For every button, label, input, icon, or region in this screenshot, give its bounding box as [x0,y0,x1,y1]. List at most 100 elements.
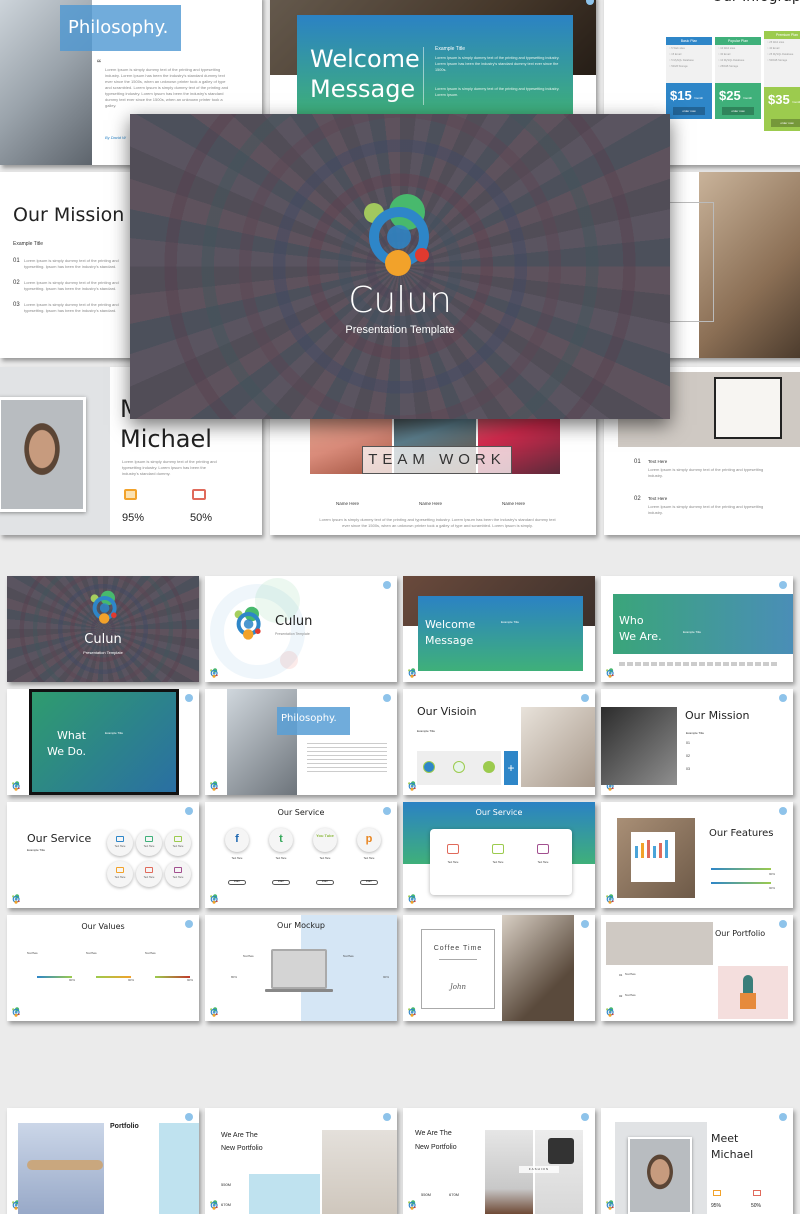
slide-thumbnail[interactable]: Our Service Example Title Text Here Text He… [7,802,199,908]
thumb-title: Our Service [277,808,325,817]
slide-thumbnail[interactable]: Our Mockup Text Here 80% Text Here 90% [205,915,397,1021]
slide-thumbnail[interactable]: Our Service f Text Here START t Text Here STAR… [205,802,397,908]
slide-thumbnail[interactable]: What We Do. Example Title [7,689,199,795]
thumb-title-1: We Are The [221,1132,258,1139]
page-badge [581,920,589,928]
thumb-title: Our Service [27,832,92,845]
slide-thumbnail[interactable]: Culun Presentation Template [205,576,397,682]
service-label: Text Here [447,861,459,864]
social-circle[interactable] [313,828,337,852]
thumb-example-title: Example Title [27,848,46,852]
thumb-title-2: Message [425,634,474,647]
social-icon: p [365,833,373,845]
slide-thumbnail[interactable]: Our Service Text Here Text Here Text Here [403,802,595,908]
welcome-p1: Lorem Ipsum is simply dummy text of the … [435,56,560,73]
portfolio-num-1: 01 [634,459,641,465]
value-pct: 90% [69,978,76,982]
quote-mark: “ [97,57,101,71]
monitor-icon [713,1190,721,1196]
mission-text: Lorem Ipsum is simply dummy text of the … [24,258,119,269]
mission-title: Our Mission [13,204,125,226]
thumb-subtitle: Presentation Template [275,632,310,636]
laptop-base [265,989,333,992]
plan-period: /month [792,100,800,104]
slide-thumbnail[interactable]: Culun Presentation Template [7,576,199,682]
slide-thumbnail[interactable]: Who We Are. Example Title [601,576,793,682]
service-label: Text Here [492,861,504,864]
thumb-title-1: Meet [711,1132,739,1145]
value-bar [37,976,72,978]
portfolio-text-1: Lorem Ipsum is simply dummy text of the … [648,467,764,478]
mission-num: 02 [13,280,20,286]
service-icon [145,867,153,873]
title-underline [439,959,477,960]
culun-logo-icon [408,781,416,791]
mockup-pct-left: 80% [231,975,238,979]
thumb-title: Our Values [81,922,125,931]
philosophy-body: Lorem Ipsum is simply dummy text of the … [105,67,229,108]
slide-thumbnail[interactable]: Philosophy. [205,689,397,795]
plan-name: Popular Plan [715,37,761,45]
hero-content: Culun Presentation Template [130,114,670,419]
start-button[interactable]: START [360,880,378,885]
service-label: Text Here [114,876,126,879]
service-circle[interactable] [165,861,191,887]
slide-thumbnail[interactable]: Welcome Message Example Title [403,576,595,682]
page-badge [779,920,787,928]
slide-thumbnail[interactable]: We Are The New Portfolio FASHION 550M 670M [403,1108,595,1214]
wooden-object [27,1160,103,1170]
plan-feature: ○ 250GB Storage [718,64,739,68]
slide-thumbnail[interactable]: Coffee Time John [403,915,595,1021]
thumb-example-title: Example Title [686,731,705,735]
slide-thumbnail[interactable]: Our Mission Example Title 01 02 03 [601,689,793,795]
cactus [743,975,753,995]
culun-logo-icon [606,1200,614,1210]
framed-art-photo [606,922,713,965]
slide-thumbnail[interactable]: Our Portfolio 01 Text Here 02 Text Here [601,915,793,1021]
start-button[interactable]: START [228,880,246,885]
thumb-title-2: Michael [711,1148,754,1161]
social-icon: f [235,833,239,845]
mission-num: 03 [13,302,20,308]
thumb-title-1: What [57,729,86,742]
hero-subtitle: Presentation Template [345,324,455,336]
culun-logo-icon [12,1007,20,1017]
order-now-button[interactable]: order now [722,107,754,115]
thumb-title: Culun [275,614,313,629]
signature: John [449,983,467,991]
thumb-title-2: We Do. [47,745,86,758]
culun-logo-icon [210,1007,218,1017]
service-circle[interactable] [107,830,133,856]
service-circle[interactable] [136,830,162,856]
thumb-title-1: Welcome [425,618,476,631]
sweater [548,1138,574,1164]
mockup-label-left: Text Here [243,955,254,958]
slide-thumbnail[interactable]: Portfolio [7,1108,199,1214]
chart-bar [635,846,638,858]
michael-title-2: Michael [120,425,212,453]
slide-thumbnail[interactable]: We Are The New Portfolio 550M 670M [205,1108,397,1214]
mockup-label-right: Text Here [343,955,354,958]
service-circle[interactable] [107,861,133,887]
mission-text: Lorem Ipsum is simply dummy text of the … [24,302,119,313]
stat-1: 550M [221,1182,232,1187]
chart-bar [653,846,656,858]
slide-thumbnail[interactable]: Our Visioin Example Title + [403,689,595,795]
hanging-plant-photo [322,1130,397,1214]
service-circle[interactable] [165,830,191,856]
thumb-title: Our Visioin [417,705,477,718]
start-button[interactable]: START [272,880,290,885]
order-now-button[interactable]: order now [673,107,705,115]
process-step-icon [483,761,495,773]
slide-thumbnail[interactable]: Our Features 90% 90% [601,802,793,908]
monitor-icon [124,489,137,500]
slide-thumbnail[interactable]: Our Values Text Here 90% Text Here 90% Text H… [7,915,199,1021]
order-now-button[interactable]: order now [771,119,800,127]
service-circle[interactable] [136,861,162,887]
hero-cover-slide[interactable]: Culun Presentation Template [130,114,670,419]
mission-text: Lorem Ipsum is simply dummy text of the … [24,280,119,291]
start-button[interactable]: START [316,880,334,885]
portfolio-title-2: Text Here [648,496,668,501]
slide-thumbnail[interactable]: Meet Michael 95% 50% [601,1108,793,1214]
slide-welcome-large[interactable]: Welcome Message Example Title Lorem Ipsu… [270,0,596,115]
